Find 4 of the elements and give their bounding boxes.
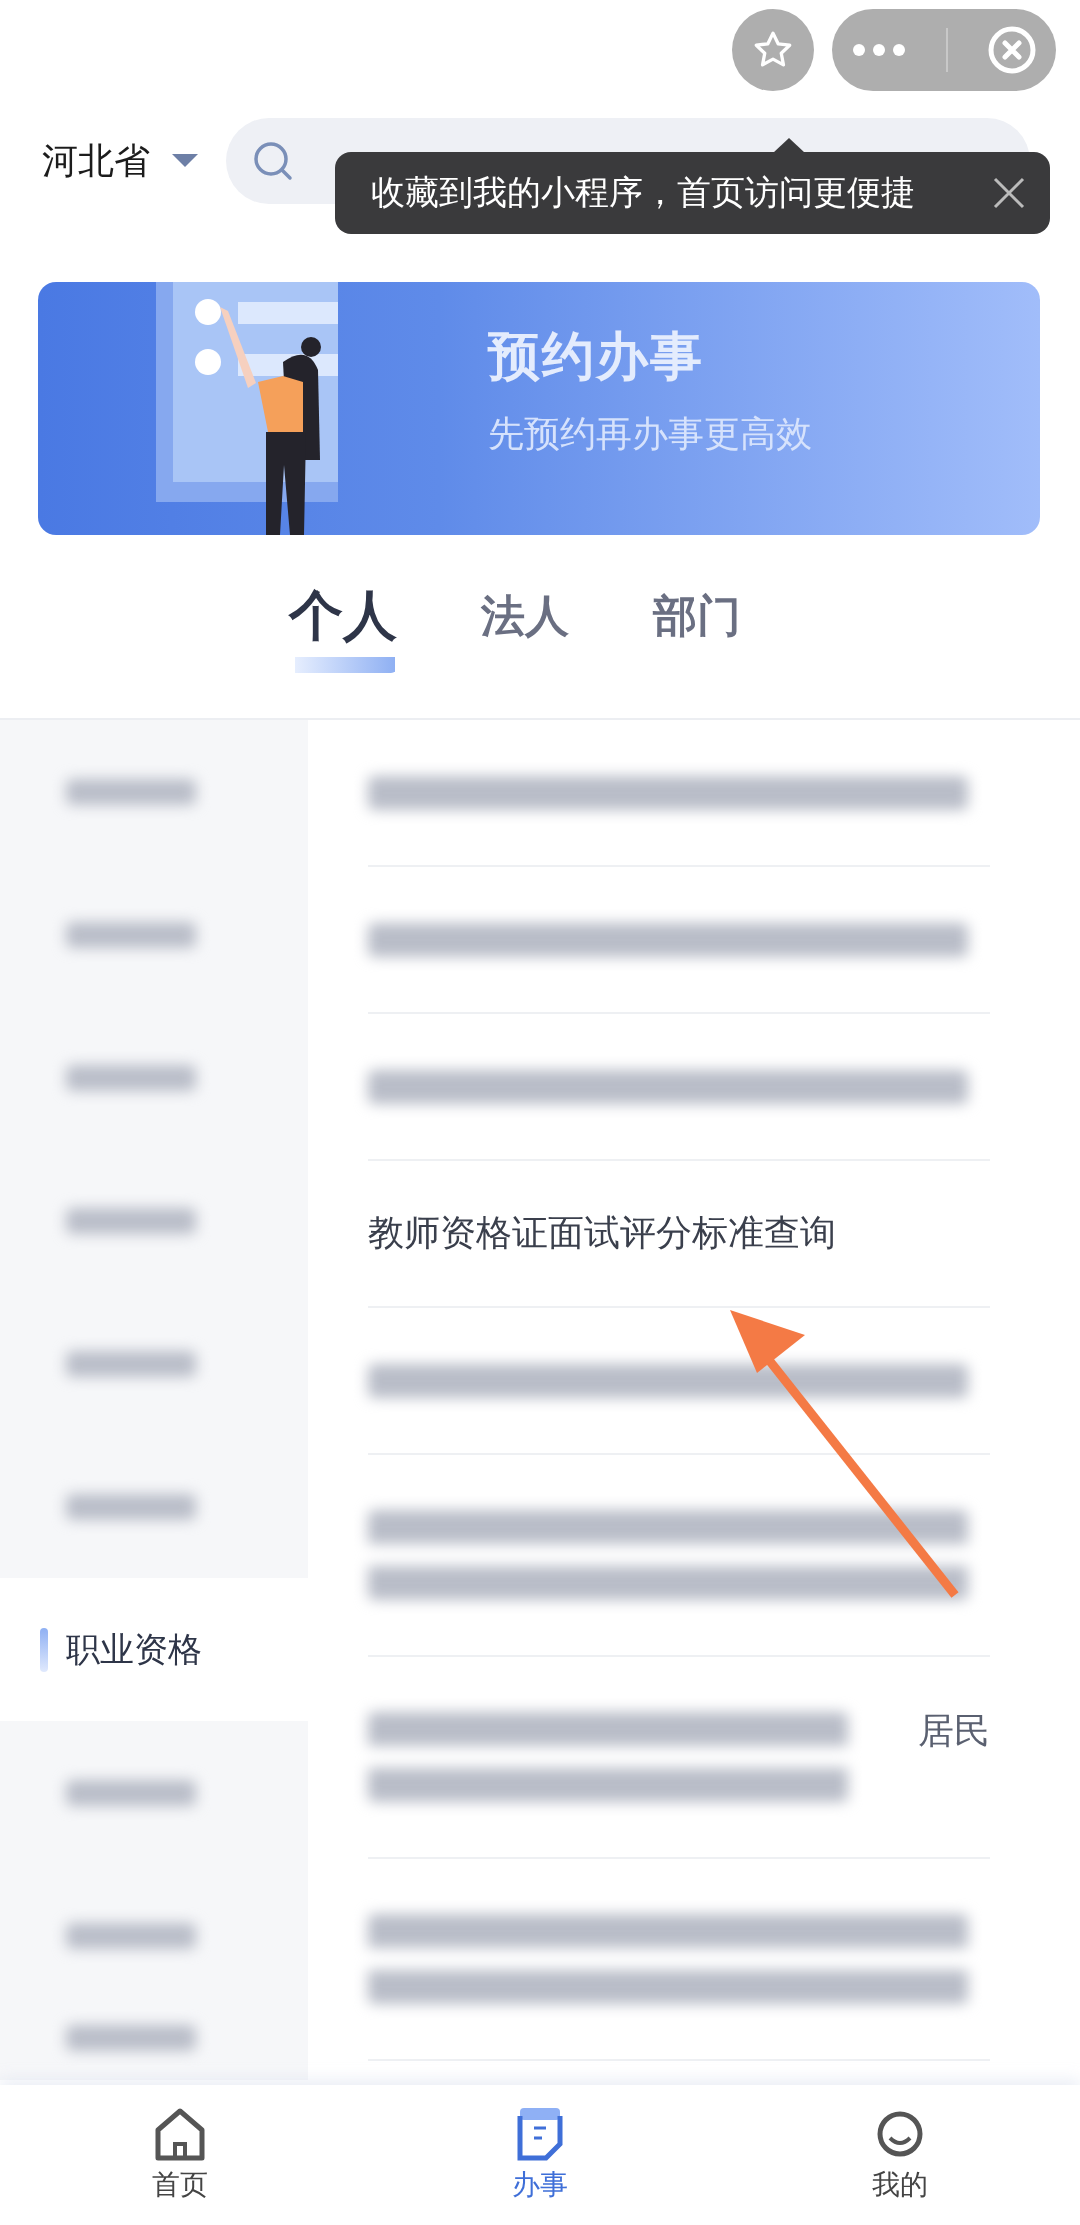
- banner-title: 预约办事: [488, 325, 705, 388]
- tooltip-text: 收藏到我的小程序，首页访问更便捷: [371, 171, 915, 214]
- item-text: 居民: [918, 1709, 990, 1753]
- banner-subtitle: 先预约再办事更高效: [488, 412, 812, 456]
